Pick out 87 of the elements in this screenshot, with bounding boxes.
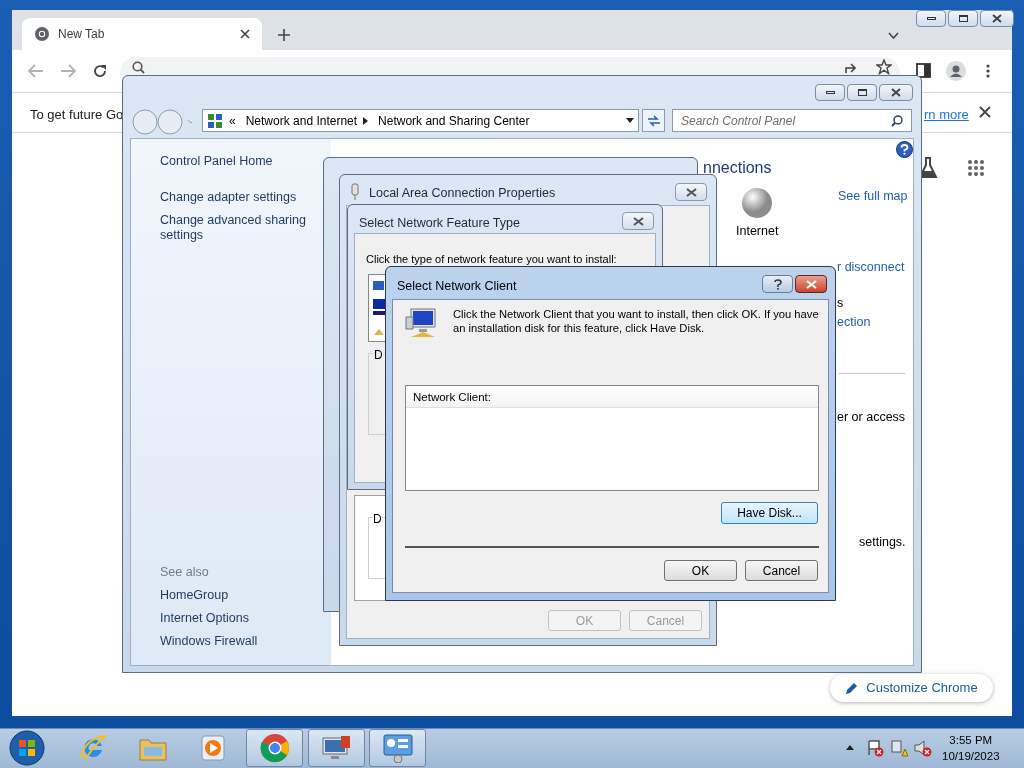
search-field[interactable]: Search Control Panel	[672, 109, 912, 132]
chrome-logo-icon	[259, 733, 290, 763]
play-icon	[198, 734, 227, 762]
task-link[interactable]: Control Panel Home	[160, 154, 320, 169]
dialog-button[interactable]: Cancel	[745, 560, 818, 581]
close-button[interactable]	[622, 212, 654, 230]
minimize-button[interactable]	[916, 10, 946, 27]
maximize-button[interactable]	[847, 84, 877, 101]
close-button[interactable]	[879, 84, 913, 101]
network-settings-icon	[381, 733, 414, 763]
maximize-button[interactable]	[948, 10, 978, 27]
section-heading: nnections	[703, 160, 772, 176]
browser-tab[interactable]: New Tab	[22, 18, 262, 50]
link-text[interactable]: r disconnect	[837, 258, 905, 277]
prompt-text: Click the type of network feature you want to install:	[366, 253, 617, 265]
chrome-logo-icon	[34, 26, 50, 42]
pencil-icon	[845, 681, 859, 695]
close-icon	[891, 88, 901, 97]
network-warning-icon[interactable]	[890, 739, 908, 757]
dialog-title: Select Network Client	[397, 278, 517, 295]
see-also-link[interactable]: HomeGroup	[160, 586, 229, 605]
question-icon	[773, 278, 782, 290]
close-icon	[685, 187, 697, 197]
globe-icon	[741, 187, 773, 219]
search-icon	[132, 61, 145, 74]
reload-icon[interactable]	[92, 63, 108, 79]
close-button[interactable]	[980, 10, 1014, 27]
windows-start-icon[interactable]	[9, 730, 45, 766]
star-icon[interactable]	[876, 59, 892, 75]
network-adapter-icon	[350, 183, 360, 201]
menu-icon[interactable]	[986, 64, 990, 78]
flag-warning-icon[interactable]	[866, 739, 884, 757]
taskbar-button[interactable]	[369, 729, 426, 767]
clock-time[interactable]: 3:55 PM	[949, 732, 993, 748]
close-icon	[632, 216, 644, 226]
breadcrumb-overflow[interactable]: «	[229, 111, 236, 130]
dialog-title: Select Network Feature Type	[359, 215, 520, 232]
chevron-right-icon	[363, 116, 369, 125]
clock-date[interactable]: 10/19/2023	[942, 748, 1000, 764]
learn-more-link[interactable]: rn more	[924, 105, 969, 125]
close-button[interactable]	[795, 275, 827, 293]
instruction-text: Click the Network Client that you want to install, then click OK. If you have an installation disk for this feature, click Have Disk.	[453, 307, 820, 335]
body-text: settings.	[859, 534, 906, 551]
task-link[interactable]: Change advanced sharing settings	[160, 213, 320, 243]
close-icon	[992, 14, 1002, 23]
chevron-up-icon[interactable]	[846, 745, 854, 750]
refresh-button[interactable]	[642, 109, 665, 132]
network-node-label: Internet	[736, 223, 779, 240]
body-text: er or access	[837, 409, 906, 426]
help-button[interactable]	[762, 275, 793, 293]
close-icon[interactable]	[979, 106, 991, 118]
dialog-button[interactable]: OK	[664, 560, 737, 581]
search-icon	[891, 114, 903, 127]
have-disk-button[interactable]: Have Disk...	[721, 502, 818, 524]
speaker-muted-icon[interactable]	[914, 739, 932, 757]
network-icons-drawing	[372, 279, 385, 337]
dropdown-arrow-icon[interactable]	[626, 118, 634, 123]
see-also-link[interactable]: Windows Firewall	[160, 632, 258, 651]
monitor-icon	[320, 734, 353, 762]
body-text: s	[837, 295, 844, 312]
computer-icon	[405, 307, 437, 339]
customize-chrome-button[interactable]: Customize Chrome	[830, 674, 993, 702]
help-icon[interactable]	[896, 141, 913, 158]
apps-grid-icon[interactable]	[967, 159, 985, 177]
client-list[interactable]: Network Client:	[405, 385, 819, 491]
profile-icon[interactable]	[946, 61, 966, 81]
see-also-link[interactable]: Internet Options	[160, 609, 249, 628]
task-link[interactable]: Change adapter settings	[160, 190, 320, 205]
address-bar[interactable]: « Network and Internet Network and Sharing Center	[202, 109, 639, 132]
refresh-icon	[646, 114, 661, 127]
close-icon[interactable]	[240, 29, 250, 39]
tab-title: New Tab	[58, 26, 106, 43]
breadcrumb[interactable]: Network and Internet	[245, 111, 358, 130]
new-tab-icon[interactable]	[278, 29, 290, 41]
breadcrumb[interactable]: Network and Sharing Center	[378, 111, 530, 130]
dialog-title: Local Area Connection Properties	[369, 185, 556, 202]
close-button[interactable]	[675, 183, 707, 201]
taskbar-button[interactable]	[246, 729, 303, 767]
minimize-button[interactable]	[815, 84, 845, 101]
link-text[interactable]: ection	[837, 313, 871, 332]
side-panel-icon[interactable]	[916, 63, 931, 78]
close-icon	[805, 279, 817, 289]
taskbar-button[interactable]	[308, 729, 365, 767]
control-panel-icon	[207, 112, 223, 129]
chevron-down-icon[interactable]	[888, 32, 899, 39]
see-full-map-link[interactable]: See full map	[838, 187, 908, 206]
see-also-heading: See also	[160, 564, 209, 581]
